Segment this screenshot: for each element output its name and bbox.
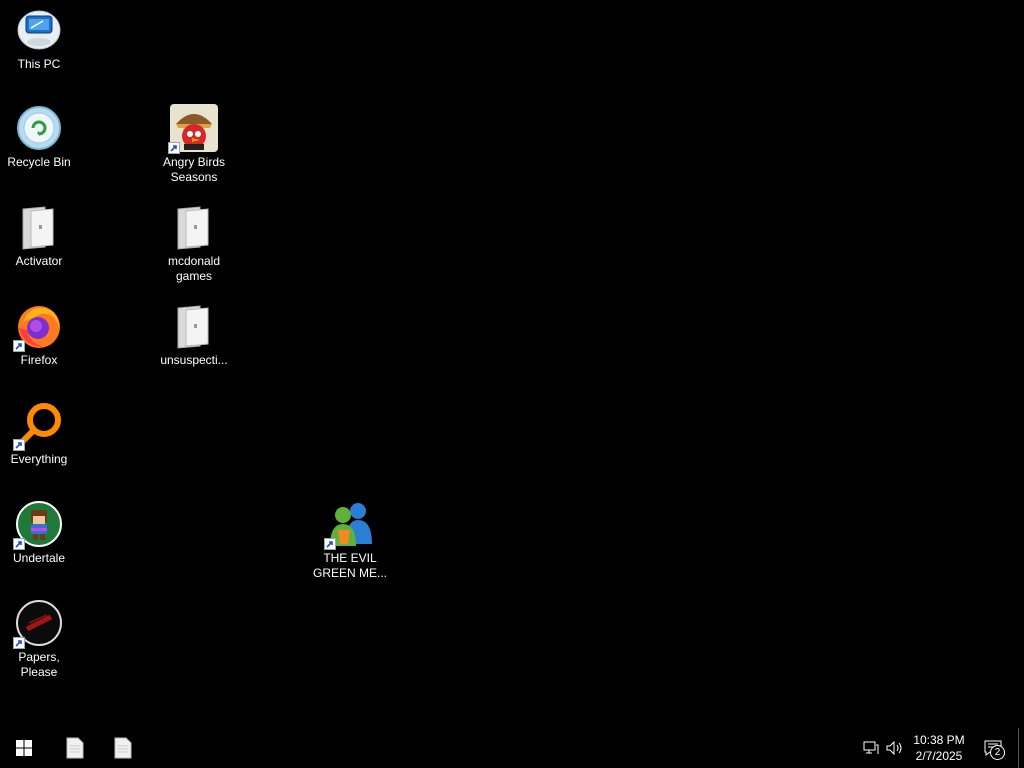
papers-please-icon	[13, 599, 63, 649]
start-button[interactable]	[0, 728, 48, 768]
shortcut-arrow-icon	[168, 142, 180, 154]
desktop-icon-label: Everything	[10, 452, 68, 466]
this-pc-icon	[15, 6, 63, 54]
network-button[interactable]	[860, 728, 882, 768]
desktop-icon-label: Undertale	[12, 551, 66, 565]
desktop-icon-label: Firefox	[20, 353, 58, 367]
desktop-icon-undertale[interactable]: Undertale	[0, 500, 78, 566]
desktop-icon-label: Angry Birds Seasons	[162, 155, 226, 184]
network-icon	[863, 741, 879, 754]
desktop-icon-label: Papers, Please	[18, 650, 60, 679]
document-icon	[66, 737, 84, 759]
shortcut-arrow-icon	[13, 637, 25, 649]
desktop-icon-label: This PC	[17, 57, 61, 71]
taskbar-clock[interactable]: 10:38 PM 2/7/2025	[906, 732, 972, 764]
folder-icon	[15, 203, 63, 251]
volume-icon	[886, 741, 902, 755]
document-icon	[114, 737, 132, 759]
volume-button[interactable]	[884, 728, 906, 768]
desktop-icon-mcdonald-games[interactable]: mcdonald games	[155, 203, 233, 284]
windows-logo-icon	[16, 740, 32, 756]
desktop-icon-recycle-bin[interactable]: Recycle Bin	[0, 104, 78, 170]
desktop-icon-label: unsuspecti...	[160, 353, 228, 367]
desktop-icon-label: Recycle Bin	[7, 155, 71, 169]
clock-date: 2/7/2025	[915, 749, 963, 763]
taskbar-pinned-app-2[interactable]	[100, 728, 146, 768]
angry-birds-icon	[168, 104, 218, 154]
notification-count-badge: 2	[990, 745, 1005, 760]
desktop-icon-label: mcdonald games	[167, 254, 221, 283]
taskbar: 10:38 PM 2/7/2025	[0, 728, 1024, 768]
desktop-icon-activator[interactable]: Activator	[0, 203, 78, 269]
desktop-icon-this-pc[interactable]: This PC	[0, 6, 78, 72]
taskbar-pinned-app-1[interactable]	[52, 728, 98, 768]
desktop-icon-the-evil-green-messenger[interactable]: THE EVIL GREEN ME...	[311, 500, 389, 581]
folder-icon	[170, 203, 218, 251]
desktop-icon-label: THE EVIL GREEN ME...	[312, 551, 387, 580]
everything-search-icon	[13, 401, 63, 451]
desktop: This PC Recycle Bin Activator Firefox Ev…	[0, 0, 1024, 728]
shortcut-arrow-icon	[13, 439, 25, 451]
desktop-icon-firefox[interactable]: Firefox	[0, 302, 78, 368]
firefox-icon	[13, 302, 63, 352]
desktop-icon-label: Activator	[15, 254, 63, 268]
shortcut-arrow-icon	[324, 538, 336, 550]
desktop-icon-papers-please[interactable]: Papers, Please	[0, 599, 78, 680]
show-desktop-button[interactable]	[1018, 728, 1019, 768]
messenger-icon	[324, 500, 374, 550]
desktop-icon-everything[interactable]: Everything	[0, 401, 78, 467]
recycle-bin-icon	[15, 104, 63, 152]
desktop-icon-angry-birds-seasons[interactable]: Angry Birds Seasons	[155, 104, 233, 185]
folder-icon	[170, 302, 218, 350]
undertale-icon	[13, 500, 63, 550]
desktop-icon-unsuspecting[interactable]: unsuspecti...	[155, 302, 233, 368]
shortcut-arrow-icon	[13, 340, 25, 352]
clock-time: 10:38 PM	[913, 733, 965, 747]
shortcut-arrow-icon	[13, 538, 25, 550]
